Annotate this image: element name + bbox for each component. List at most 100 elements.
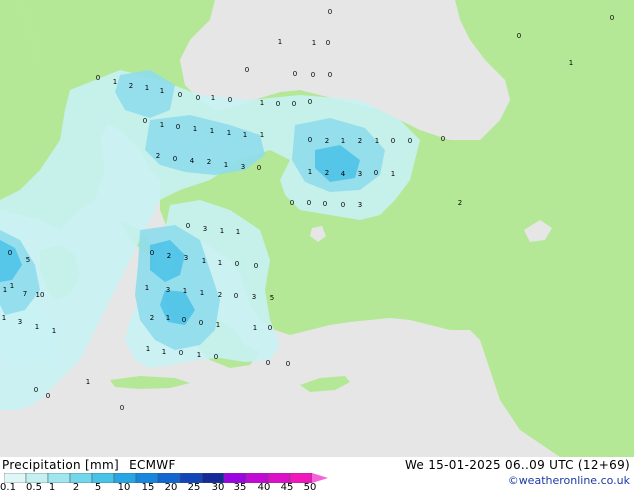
precip-point-value: 1 xyxy=(569,59,573,67)
precip-point-value: 0 xyxy=(96,74,100,82)
precip-point-value: 3 xyxy=(166,286,170,294)
precip-point-value: 1 xyxy=(278,38,282,46)
precip-point-value: 0 xyxy=(234,292,238,300)
precip-point-value: 0 xyxy=(196,94,200,102)
precip-point-value: 4 xyxy=(341,170,346,178)
precip-point-value: 0 xyxy=(143,117,147,125)
precip-point-value: 0 xyxy=(178,91,182,99)
precip-point-value: 3 xyxy=(241,163,245,171)
precipitation-map: 0110010012110010100000000101111120421300… xyxy=(0,0,634,457)
precip-point-value: 3 xyxy=(252,293,256,301)
precip-point-value: 0 xyxy=(292,100,296,108)
precip-point-value: 0 xyxy=(341,201,345,209)
scale-tick-label: 30 xyxy=(211,482,225,493)
precip-point-value: 0 xyxy=(308,136,312,144)
precip-point-value: 2 xyxy=(167,252,171,260)
precip-point-value: 1 xyxy=(375,137,379,145)
precip-point-value: 0 xyxy=(254,262,258,270)
scale-tick-label: 50 xyxy=(303,482,317,493)
precip-point-value: 7 xyxy=(23,290,27,298)
legend-title-row: Precipitation [mm] ECMWF xyxy=(2,458,176,472)
precip-point-value: 0 xyxy=(276,100,280,108)
precip-point-value: 0 xyxy=(150,249,154,257)
scale-tick-label: 1 xyxy=(48,482,56,493)
precip-point-value: 0 xyxy=(235,260,239,268)
precip-point-value: 2 xyxy=(218,291,222,299)
precip-point-value: 1 xyxy=(308,168,312,176)
credit-link[interactable]: ©weatheronline.co.uk xyxy=(508,474,630,487)
valid-time: We 15-01-2025 06..09 UTC (12+69) xyxy=(404,458,630,472)
scale-tick-label: 2 xyxy=(72,482,80,493)
precip-point-value: 0 xyxy=(173,155,177,163)
scale-tick-label: 35 xyxy=(233,482,247,493)
precip-point-value: 1 xyxy=(183,287,187,295)
precip-point-value: 2 xyxy=(207,158,211,166)
scale-tick-label: 0.1 xyxy=(0,482,16,493)
precip-point-value: 1 xyxy=(160,121,164,129)
precip-point-value: 0 xyxy=(199,319,203,327)
precip-point-value: 0 xyxy=(307,199,311,207)
scale-tick-label: 5 xyxy=(94,482,102,493)
precip-point-value: 0 xyxy=(182,316,186,324)
precip-point-value: 1 xyxy=(210,127,214,135)
precip-point-value: 1 xyxy=(391,170,395,178)
map-canvas: 01 1 00100 1 2 1 1 0 0 1 0 1 0 0 00 0 000 1 0 1 1 1 1 12 0 4 2 1 3 00… xyxy=(0,0,634,457)
precip-point-value: 2 xyxy=(458,199,462,207)
precip-point-value: 3 xyxy=(358,201,362,209)
scale-tick-label: 25 xyxy=(187,482,201,493)
precip-point-value: 4 xyxy=(190,157,195,165)
precip-point-value: 0 xyxy=(176,123,180,131)
precip-point-value: 0 xyxy=(293,70,297,78)
precip-point-value: 1 xyxy=(236,228,240,236)
precip-point-value: 1 xyxy=(220,227,224,235)
precip-point-value: 0 xyxy=(328,8,332,16)
precip-point-value: 1 xyxy=(216,321,220,329)
precip-point-value: 0 xyxy=(186,222,190,230)
precip-point-value: 10 xyxy=(36,291,45,299)
precip-point-value: 0 xyxy=(610,14,614,22)
precip-point-value: 1 xyxy=(260,131,264,139)
legend-title: Precipitation [mm] xyxy=(2,458,119,472)
precip-point-value: 0 xyxy=(308,98,312,106)
scale-tick-label: 10 xyxy=(117,482,131,493)
precip-point-value: 1 xyxy=(227,129,231,137)
precip-point-value: 0 xyxy=(268,324,272,332)
precip-point-value: 0 xyxy=(34,386,38,394)
precip-point-value: 3 xyxy=(18,318,22,326)
scale-tick-label: 15 xyxy=(141,482,155,493)
precip-point-value: 2 xyxy=(156,152,160,160)
precip-point-value: 2 xyxy=(129,82,133,90)
precip-point-value: 0 xyxy=(8,249,12,257)
precip-point-value: 1 xyxy=(3,286,7,294)
precip-point-value: 0 xyxy=(228,96,232,104)
precip-point-value: 0 xyxy=(441,135,445,143)
scale-tick-label: 40 xyxy=(257,482,271,493)
precip-point-value: 3 xyxy=(358,170,362,178)
precip-point-value: 1 xyxy=(160,87,164,95)
precip-point-value: 1 xyxy=(218,259,222,267)
precip-point-value: 1 xyxy=(202,257,206,265)
scale-tick-label: 45 xyxy=(280,482,294,493)
precip-point-value: 2 xyxy=(358,137,362,145)
precip-point-value: 0 xyxy=(326,39,330,47)
precip-point-value: 0 xyxy=(214,353,218,361)
precip-point-value: 0 xyxy=(257,164,261,172)
precip-point-value: 1 xyxy=(10,282,14,290)
model-name: ECMWF xyxy=(129,458,176,472)
color-scale-ticks: 0.1 0.5 1 2 5 10 15 20 25 30 35 40 45 50 xyxy=(0,482,340,493)
precip-point-value: 0 xyxy=(323,200,327,208)
scale-tick-label: 0.5 xyxy=(26,482,42,493)
precip-point-value: 2 xyxy=(150,314,154,322)
precip-point-value: 1 xyxy=(35,323,39,331)
precip-point-value: 1 xyxy=(253,324,257,332)
precip-point-value: 1 xyxy=(193,125,197,133)
precip-point-value: 0 xyxy=(120,404,124,412)
precip-point-value: 1 xyxy=(211,94,215,102)
precip-point-value: 1 xyxy=(145,84,149,92)
precip-point-value: 1 xyxy=(166,314,170,322)
precip-point-value: 0 xyxy=(46,392,50,400)
precip-point-value: 0 xyxy=(311,71,315,79)
precip-point-value: 3 xyxy=(184,254,188,262)
precip-point-value: 1 xyxy=(2,314,6,322)
precip-point-value: 1 xyxy=(260,99,264,107)
